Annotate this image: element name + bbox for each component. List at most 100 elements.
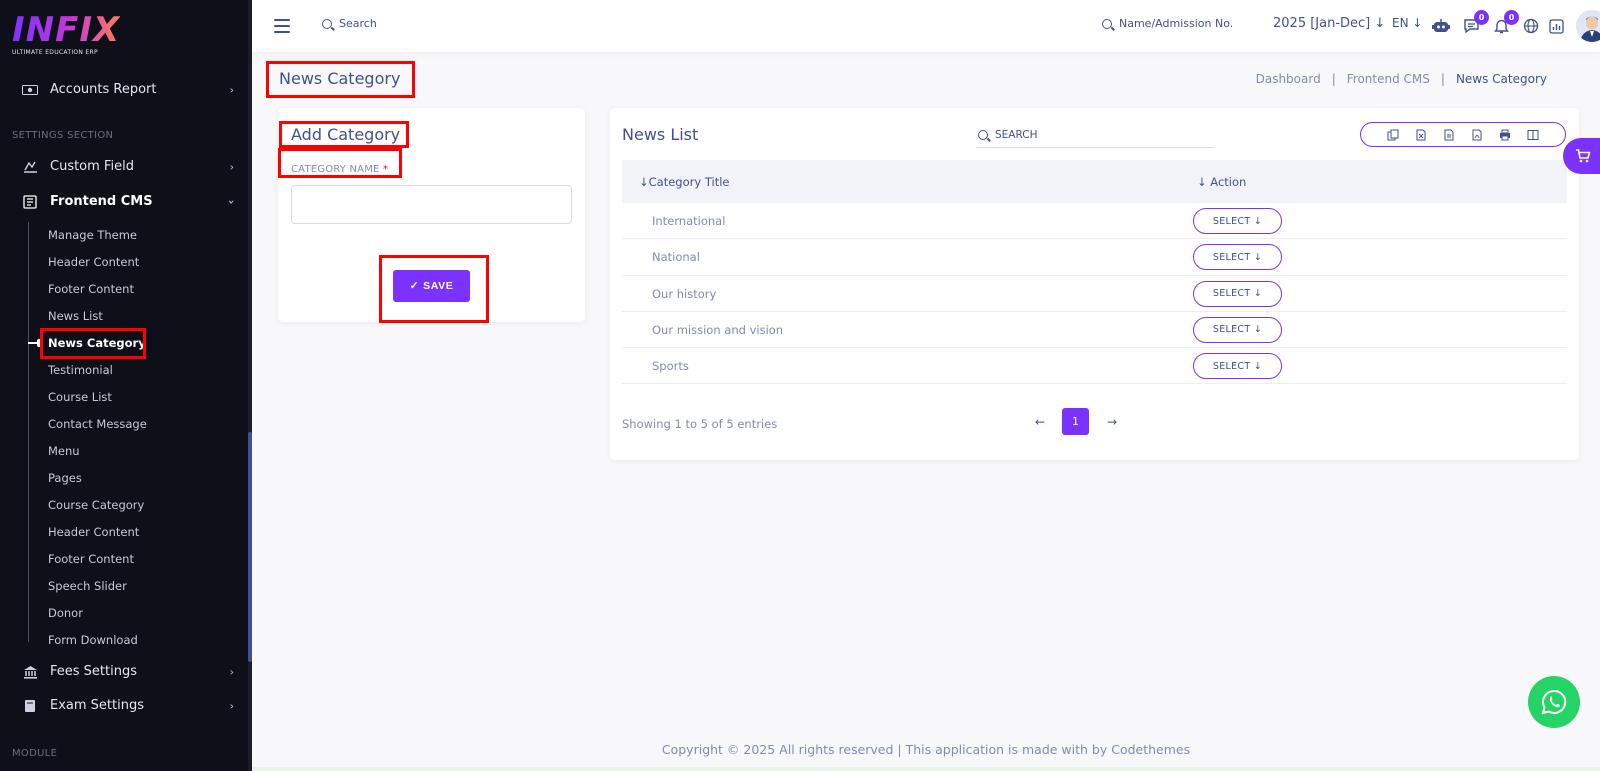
- breadcrumb-current: News Category: [1455, 72, 1547, 86]
- cart-icon[interactable]: [1563, 138, 1600, 174]
- sidebar-subitem-news-category[interactable]: News Category: [48, 336, 146, 350]
- row-select-button[interactable]: SELECT ↓: [1193, 353, 1282, 380]
- academic-year-select[interactable]: 2025 [Jan-Dec] ↓: [1273, 16, 1385, 31]
- sidebar-subitem-menu[interactable]: Menu: [48, 444, 80, 458]
- sidebar-subitem-pages[interactable]: Pages: [48, 471, 82, 485]
- breadcrumb-separator: |: [1331, 72, 1336, 86]
- language-select[interactable]: EN ↓: [1392, 16, 1422, 30]
- table-search[interactable]: SEARCH: [976, 122, 1214, 148]
- sidebar-subitem-course-category[interactable]: Course Category: [48, 498, 144, 512]
- chevron-right-icon: ›: [229, 699, 234, 712]
- select-label: SELECT: [1212, 251, 1251, 263]
- copyright-footer: Copyright © 2025 All rights reserved | T…: [661, 742, 1191, 757]
- custom-field-icon: [22, 160, 38, 174]
- sidebar-scrollbar-thumb[interactable]: [248, 432, 252, 662]
- column-label: Action: [1210, 174, 1247, 189]
- print-icon[interactable]: [1491, 123, 1519, 146]
- breadcrumb-frontend-cms[interactable]: Frontend CMS: [1347, 72, 1430, 86]
- chevron-right-icon: ›: [229, 665, 234, 678]
- prev-page-arrow-icon[interactable]: ←: [1035, 415, 1045, 429]
- required-mark: *: [382, 164, 389, 175]
- arrow-down-icon: ↓: [1253, 251, 1263, 263]
- app-logo[interactable]: INFIX ULTIMATE EDUCATION ERP: [12, 12, 120, 56]
- column-header-action[interactable]: ↓ Action: [1197, 175, 1246, 189]
- sidebar-item-label: Accounts Report: [50, 82, 157, 97]
- header-search-label: Search: [339, 17, 377, 30]
- category-name-label-text: CATEGORY NAME: [291, 164, 380, 175]
- arrow-down-icon: ↓: [1253, 288, 1263, 300]
- notifications-badge: 0: [1504, 10, 1519, 25]
- sidebar-item-frontend-cms[interactable]: Frontend CMS ›: [22, 194, 238, 209]
- copy-icon[interactable]: [1379, 123, 1407, 146]
- row-select-button[interactable]: SELECT ↓: [1193, 244, 1282, 271]
- arrow-down-icon: ↓: [1253, 324, 1263, 336]
- export-button-group: [1360, 122, 1566, 147]
- arrow-down-icon: ↓: [1412, 16, 1423, 30]
- sidebar-scrollbar[interactable]: [248, 0, 252, 771]
- bottom-strip: [252, 767, 1600, 771]
- sidebar: INFIX ULTIMATE EDUCATION ERP Accounts Re…: [0, 0, 252, 771]
- sidebar-item-label: Fees Settings: [50, 664, 137, 679]
- column-header-category-title[interactable]: ↓Category Title: [639, 175, 729, 189]
- search-icon: [978, 129, 988, 140]
- category-title-cell: Our mission and vision: [652, 322, 784, 337]
- globe-icon[interactable]: [1521, 16, 1541, 36]
- sidebar-subitem-footer-content[interactable]: Footer Content: [48, 282, 134, 296]
- arrow-down-icon: ↓: [1253, 360, 1263, 372]
- showing-entries-text: Showing 1 to 5 of 5 entries: [622, 417, 778, 431]
- page-1-button[interactable]: 1: [1062, 408, 1089, 435]
- messages-badge: 0: [1474, 10, 1489, 25]
- category-title-cell: National: [652, 250, 700, 265]
- sidebar-subitem-header-content-2[interactable]: Header Content: [48, 525, 139, 539]
- user-avatar[interactable]: [1576, 10, 1600, 42]
- sidebar-item-fees-settings[interactable]: Fees Settings ›: [22, 664, 234, 679]
- save-button[interactable]: ✓ SAVE: [393, 270, 470, 302]
- row-select-button[interactable]: SELECT ↓: [1193, 208, 1282, 234]
- check-icon: ✓: [409, 280, 420, 292]
- save-label: SAVE: [423, 280, 454, 292]
- sidebar-subitem-contact-message[interactable]: Contact Message: [48, 417, 147, 431]
- sidebar-subitem-header-content[interactable]: Header Content: [48, 255, 139, 269]
- row-select-button[interactable]: SELECT ↓: [1193, 280, 1282, 307]
- next-page-arrow-icon[interactable]: →: [1107, 415, 1117, 429]
- news-category-table: ↓Category Title ↓ Action International S…: [622, 160, 1567, 385]
- submenu-guide-line: [28, 222, 29, 642]
- breadcrumb-dashboard[interactable]: Dashboard: [1256, 72, 1321, 86]
- sidebar-subitem-testimonial[interactable]: Testimonial: [48, 363, 113, 377]
- csv-icon[interactable]: [1435, 123, 1463, 146]
- robot-icon[interactable]: [1431, 16, 1451, 36]
- add-category-card: Add Category CATEGORY NAME * ✓ SAVE: [278, 108, 585, 322]
- module-section-label: MODULE: [12, 748, 58, 759]
- columns-icon[interactable]: [1519, 123, 1547, 146]
- category-title-cell: International: [652, 214, 726, 228]
- chevron-right-icon: ›: [229, 83, 234, 96]
- sidebar-subitem-donor[interactable]: Donor: [48, 606, 83, 620]
- excel-icon[interactable]: [1407, 123, 1435, 146]
- messages-icon[interactable]: 0: [1461, 10, 1489, 36]
- header-search[interactable]: Search: [322, 17, 377, 30]
- sidebar-item-accounts-report[interactable]: Accounts Report ›: [22, 82, 234, 97]
- table-row: Our history SELECT ↓: [622, 276, 1567, 312]
- breadcrumb: Dashboard | Frontend CMS | News Category: [1256, 72, 1547, 86]
- sidebar-item-exam-settings[interactable]: Exam Settings ›: [22, 698, 234, 713]
- row-select-button[interactable]: SELECT ↓: [1193, 316, 1282, 343]
- category-name-input[interactable]: [291, 185, 572, 224]
- arrow-down-icon: ↓: [1374, 16, 1386, 31]
- arrow-down-icon: ↓: [1253, 215, 1263, 227]
- analytics-icon[interactable]: [1546, 16, 1566, 36]
- sidebar-subitem-news-list[interactable]: News List: [48, 309, 103, 323]
- sidebar-item-label: Exam Settings: [50, 698, 144, 713]
- sidebar-subitem-course-list[interactable]: Course List: [48, 390, 112, 404]
- bell-icon[interactable]: 0: [1491, 10, 1519, 36]
- sidebar-subitem-form-download[interactable]: Form Download: [48, 633, 138, 647]
- sidebar-subitem-manage-theme[interactable]: Manage Theme: [48, 228, 137, 242]
- whatsapp-icon[interactable]: [1528, 676, 1580, 728]
- sidebar-subitem-footer-content-2[interactable]: Footer Content: [48, 552, 134, 566]
- search-icon: [322, 18, 332, 29]
- sidebar-subitem-speech-slider[interactable]: Speech Slider: [48, 579, 127, 593]
- sidebar-item-custom-field[interactable]: Custom Field ›: [22, 159, 234, 174]
- pdf-icon[interactable]: [1463, 123, 1491, 146]
- menu-toggle-icon[interactable]: [274, 19, 290, 33]
- language-label: EN: [1392, 16, 1409, 30]
- name-admission-search[interactable]: Name/Admission No.: [1102, 17, 1233, 30]
